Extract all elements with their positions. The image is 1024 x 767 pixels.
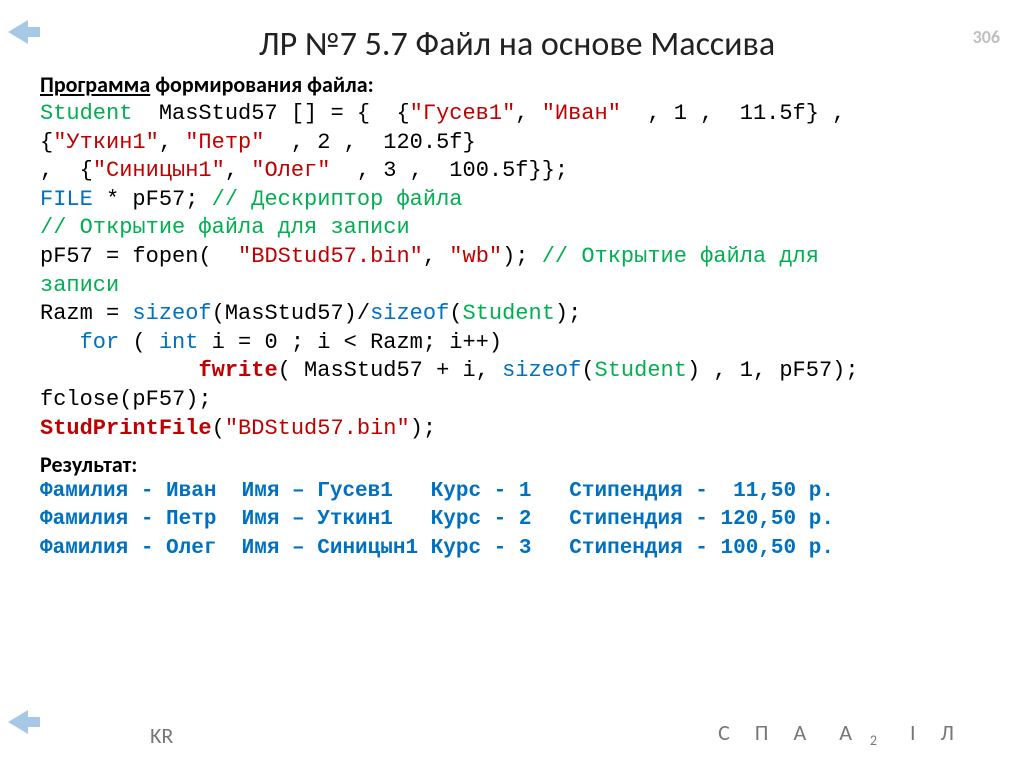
code-token: ); [555,301,581,326]
code-token: // Открытие файла для записи [40,215,410,240]
program-label: Программа формирования файла: [40,71,994,98]
code-token: fclose(pF57); [40,387,212,412]
result-line: Фамилия - Олег Имя – Синицын1 Курс - 3 С… [40,537,834,560]
code-token: ( [449,301,462,326]
code-token: // Дескриптор файла [212,187,463,212]
code-token: (MasStud57)/ [212,301,370,326]
result-line: Фамилия - Петр Имя – Уткин1 Курс - 2 Сти… [40,508,834,531]
code-token: , [423,244,449,269]
footer-ref-a[interactable]: А [793,719,808,746]
code-token: , { [40,158,93,183]
code-token: { [40,130,53,155]
code-token: , [515,101,541,126]
code-token: Student [40,101,132,126]
footer-ref-l[interactable]: Л [941,719,956,746]
footer-ref-a2-sub: 2 [870,732,879,749]
code-token: ) , 1, pF57); [687,358,859,383]
footer-ref-p[interactable]: П [755,719,771,746]
code-token: sizeof [502,358,581,383]
code-block: Student MasStud57 [] = { {"Гусев1", "Ива… [40,100,994,443]
code-token: ( [212,416,225,441]
code-token: int [159,330,199,355]
code-token: "Иван" [542,101,621,126]
code-token: ); [410,416,436,441]
code-token: pF57 = fopen( [40,244,238,269]
code-token: Razm = [40,301,132,326]
footer-ref-c[interactable]: С [718,719,732,746]
program-label-rest: формирования файла: [150,71,373,98]
code-token: * pF57; [93,187,212,212]
footer-refs: С П А А2 I Л [710,719,964,749]
program-label-underlined: Программа [40,71,150,98]
code-token: , 2 , 120.5f} [264,130,475,155]
code-token: , [159,130,185,155]
code-token: sizeof [370,301,449,326]
footer-ref-a2[interactable]: А2 [831,719,887,746]
code-token: "Уткин1" [53,130,159,155]
slide-content: 306 ЛР №7 5.7 Файл на основе Массива Про… [0,0,1024,563]
code-token: i = 0 ; i < Razm; i++) [198,330,502,355]
code-token: , 3 , 100.5f}}; [330,158,568,183]
code-token: "Петр" [185,130,264,155]
code-token: StudPrintFile [40,416,212,441]
code-token: ( [119,330,159,355]
code-token: , [225,158,251,183]
page-number: 306 [973,26,1000,48]
code-token [40,358,198,383]
result-label: Результат: [40,451,994,478]
footer-kr[interactable]: KR [150,722,173,749]
code-token: // Открытие файла для [542,244,819,269]
back-arrow-bottom-icon[interactable] [8,710,28,734]
footer-ref-i[interactable]: I [910,719,918,746]
code-token: MasStud57 [] = { { [132,101,409,126]
code-token: ( [581,358,594,383]
code-token: ( MasStud57 + i, [278,358,502,383]
code-token: ); [502,244,542,269]
code-token: sizeof [132,301,211,326]
code-token: "wb" [449,244,502,269]
code-token: записи [40,273,119,298]
code-token: Student [595,358,687,383]
code-token: for [40,330,119,355]
code-token: Student [463,301,555,326]
result-line: Фамилия - Иван Имя – Гусев1 Курс - 1 Сти… [40,480,834,503]
footer-ref-a2-main: А [839,719,854,746]
page-title: ЛР №7 5.7 Файл на основе Массива [40,24,994,65]
code-token: , 1 , 11.5f} , [621,101,845,126]
code-token: fwrite [198,358,277,383]
code-token: "Олег" [251,158,330,183]
code-token: "Гусев1" [410,101,516,126]
back-arrow-bottom-tail [28,717,40,727]
code-token: "BDStud57.bin" [238,244,423,269]
code-token: FILE [40,187,93,212]
result-block: Фамилия - Иван Имя – Гусев1 Курс - 1 Сти… [40,478,994,563]
code-token: "Синицын1" [93,158,225,183]
code-token: "BDStud57.bin" [225,416,410,441]
